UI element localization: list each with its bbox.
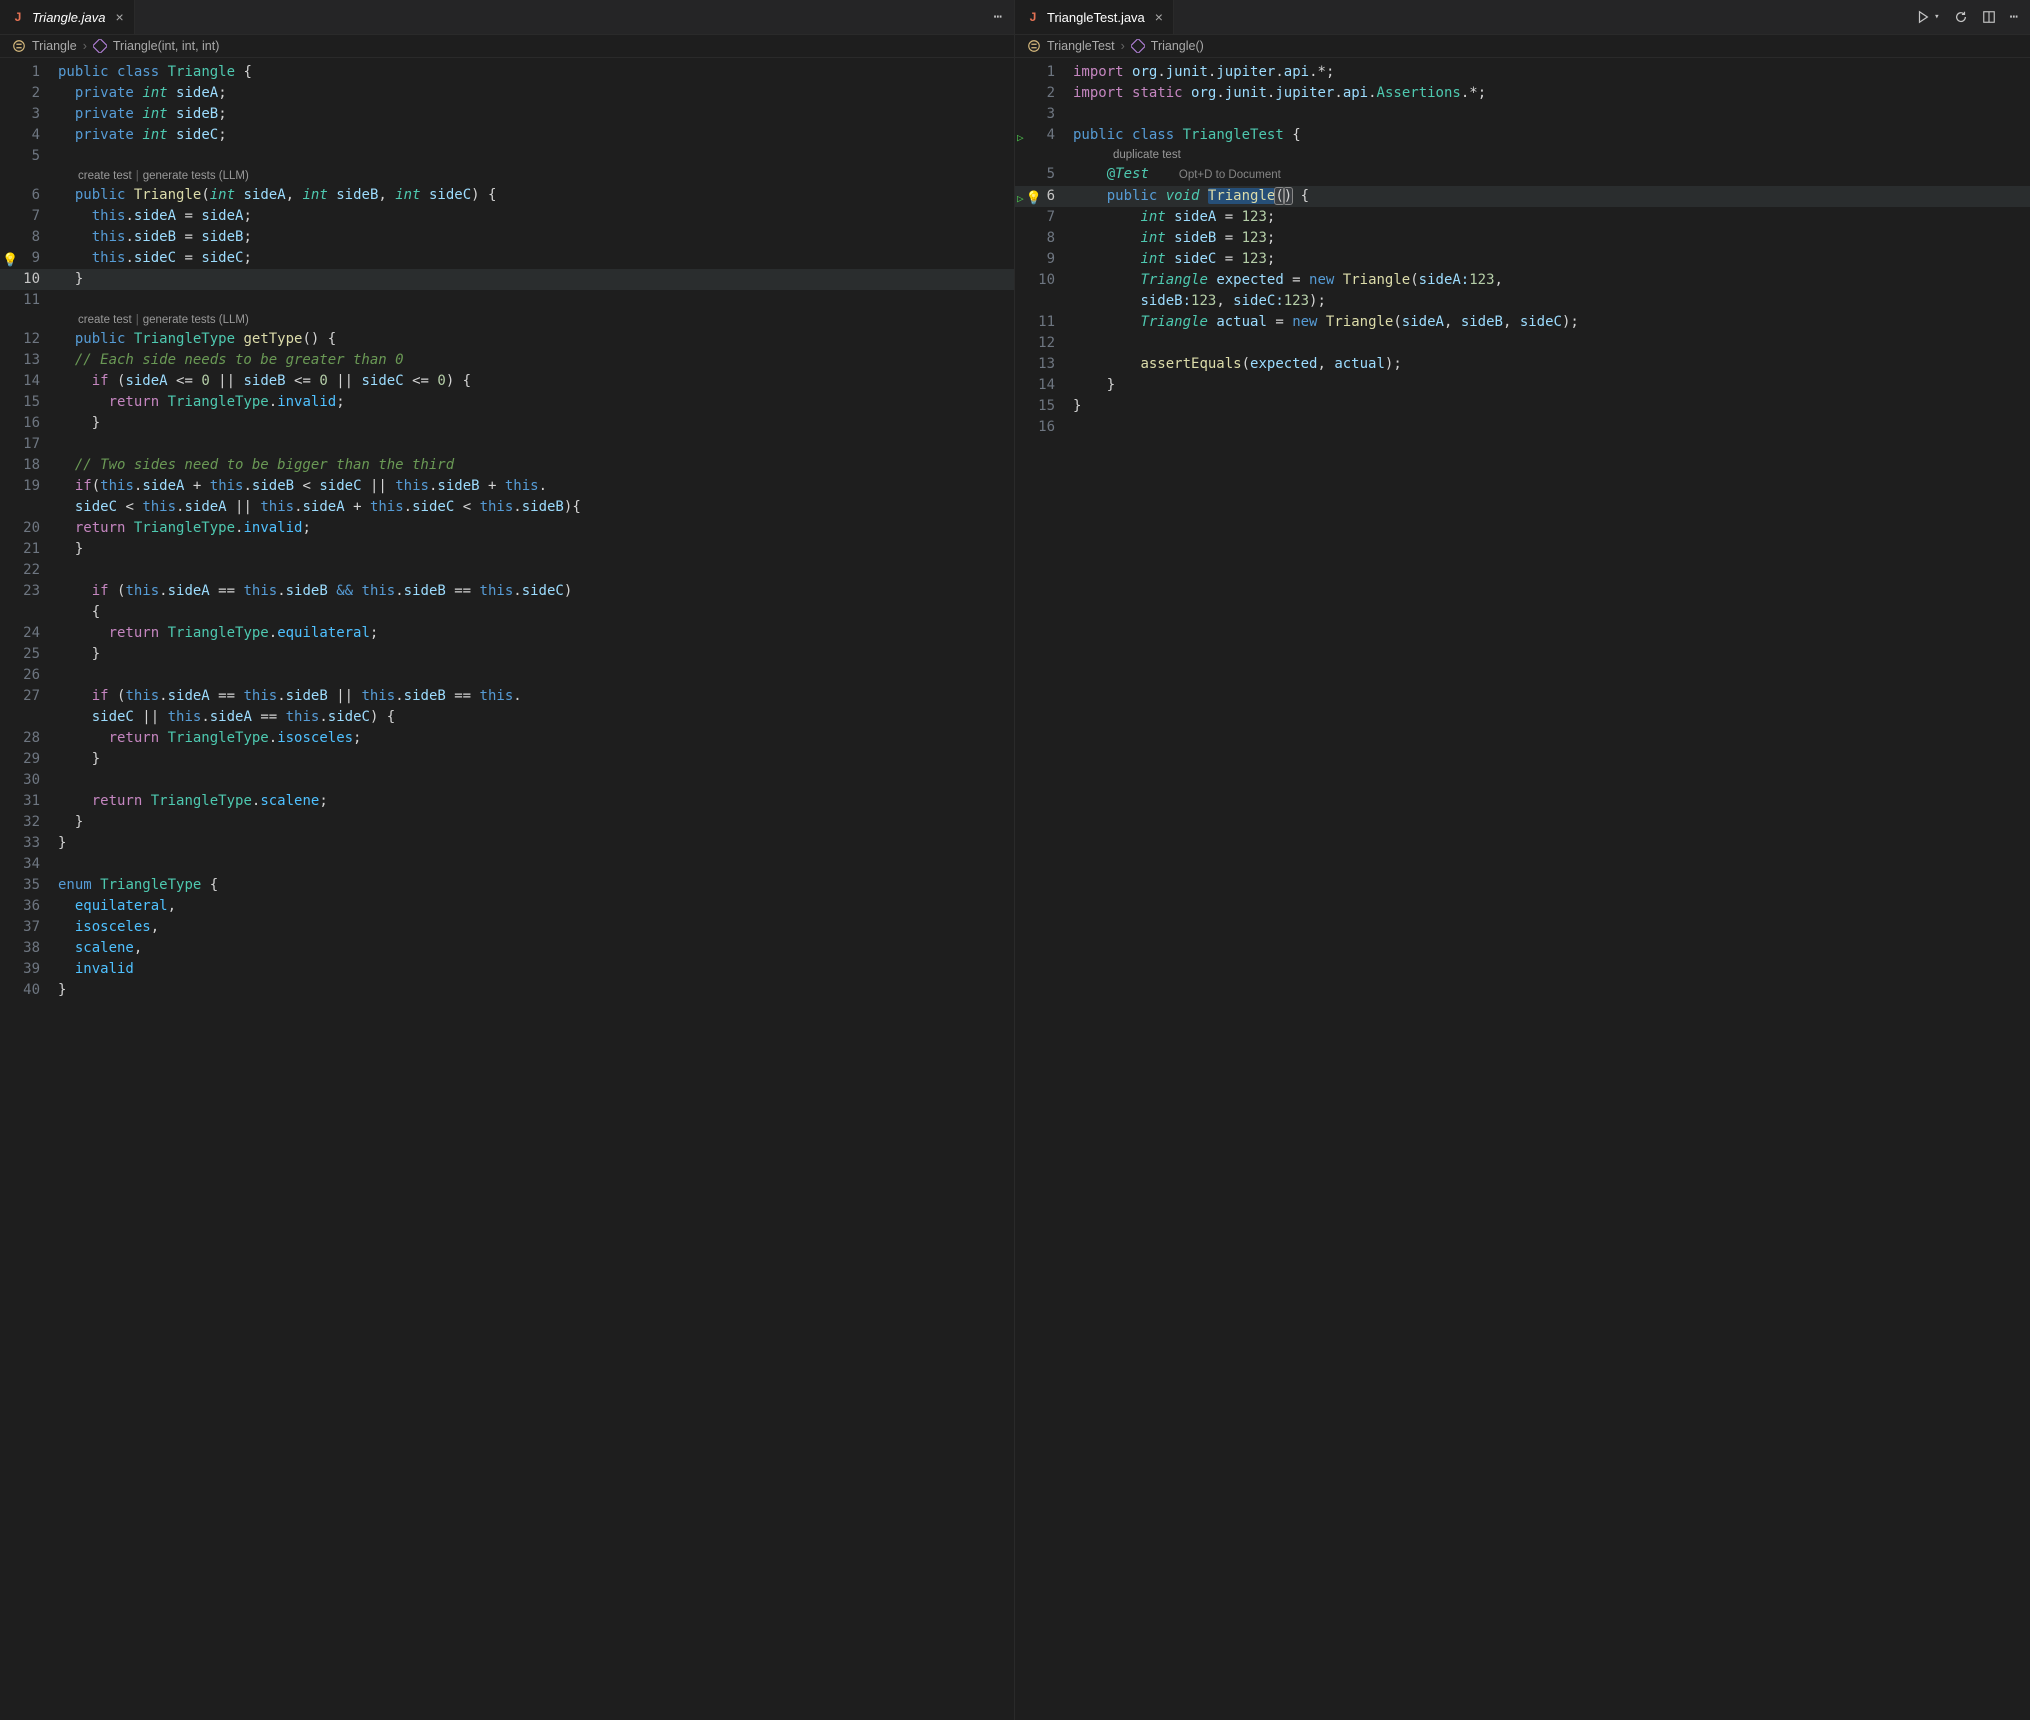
codelens[interactable]: create test|generate tests (LLM)	[0, 167, 1014, 185]
code-area: 1public class Triangle { 2 private int s…	[0, 58, 1014, 1021]
close-icon[interactable]: ×	[115, 9, 123, 25]
chevron-down-icon[interactable]: ▾	[1934, 12, 1939, 22]
close-icon[interactable]: ×	[1155, 9, 1163, 25]
class-icon	[1027, 39, 1041, 53]
breadcrumb-item[interactable]: Triangle(int, int, int)	[113, 39, 220, 53]
editor-body-left[interactable]: 1public class Triangle { 2 private int s…	[0, 58, 1014, 1720]
breadcrumb-left[interactable]: Triangle › Triangle(int, int, int)	[0, 35, 1014, 58]
class-icon	[12, 39, 26, 53]
annotation-codelens[interactable]: duplicate test	[1015, 146, 2030, 164]
run-icon[interactable]	[1916, 10, 1930, 24]
editor-body-right[interactable]: 1import org.junit.jupiter.api.*; 2import…	[1015, 58, 2030, 1720]
method-icon	[1131, 39, 1145, 53]
lightbulb-icon[interactable]: 💡	[1026, 188, 1042, 209]
run-test-gutter-icon[interactable]: ▷	[1017, 188, 1024, 209]
refresh-icon[interactable]	[1954, 10, 1968, 24]
tab-actions-left: ⋯	[994, 9, 1014, 25]
left-editor-pane: J Triangle.java × ⋯ Triangle › Triangle(…	[0, 0, 1015, 1720]
more-icon[interactable]: ⋯	[2010, 9, 2018, 25]
codelens[interactable]: create test|generate tests (LLM)	[0, 311, 1014, 329]
method-icon	[93, 39, 107, 53]
breadcrumb-item[interactable]: Triangle	[32, 39, 77, 53]
java-file-icon: J	[1025, 9, 1041, 25]
chevron-right-icon: ›	[83, 39, 87, 53]
inline-doc-hint: Opt+D to Document	[1179, 169, 1281, 181]
more-icon[interactable]: ⋯	[994, 9, 1002, 25]
breadcrumb-right[interactable]: TriangleTest › Triangle()	[1015, 35, 2030, 58]
tab-triangle-java[interactable]: J Triangle.java ×	[0, 0, 135, 34]
run-test-gutter-icon[interactable]: ▷	[1017, 127, 1024, 148]
breadcrumb-item[interactable]: Triangle()	[1151, 39, 1204, 53]
tab-bar-right: J TriangleTest.java × ▾ ⋯	[1015, 0, 2030, 35]
editor-split: J Triangle.java × ⋯ Triangle › Triangle(…	[0, 0, 2030, 1720]
tab-triangletest-java[interactable]: J TriangleTest.java ×	[1015, 0, 1174, 34]
breadcrumb-item[interactable]: TriangleTest	[1047, 39, 1115, 53]
code-area: 1import org.junit.jupiter.api.*; 2import…	[1015, 58, 2030, 458]
tab-bar-left: J Triangle.java × ⋯	[0, 0, 1014, 35]
tab-label: Triangle.java	[32, 10, 105, 25]
tab-actions-right: ▾ ⋯	[1916, 9, 2030, 25]
split-editor-icon[interactable]	[1982, 10, 1996, 24]
right-editor-pane: J TriangleTest.java × ▾ ⋯	[1015, 0, 2030, 1720]
java-file-icon: J	[10, 9, 26, 25]
lightbulb-icon[interactable]: 💡	[2, 250, 18, 271]
tab-label: TriangleTest.java	[1047, 10, 1145, 25]
chevron-right-icon: ›	[1121, 39, 1125, 53]
